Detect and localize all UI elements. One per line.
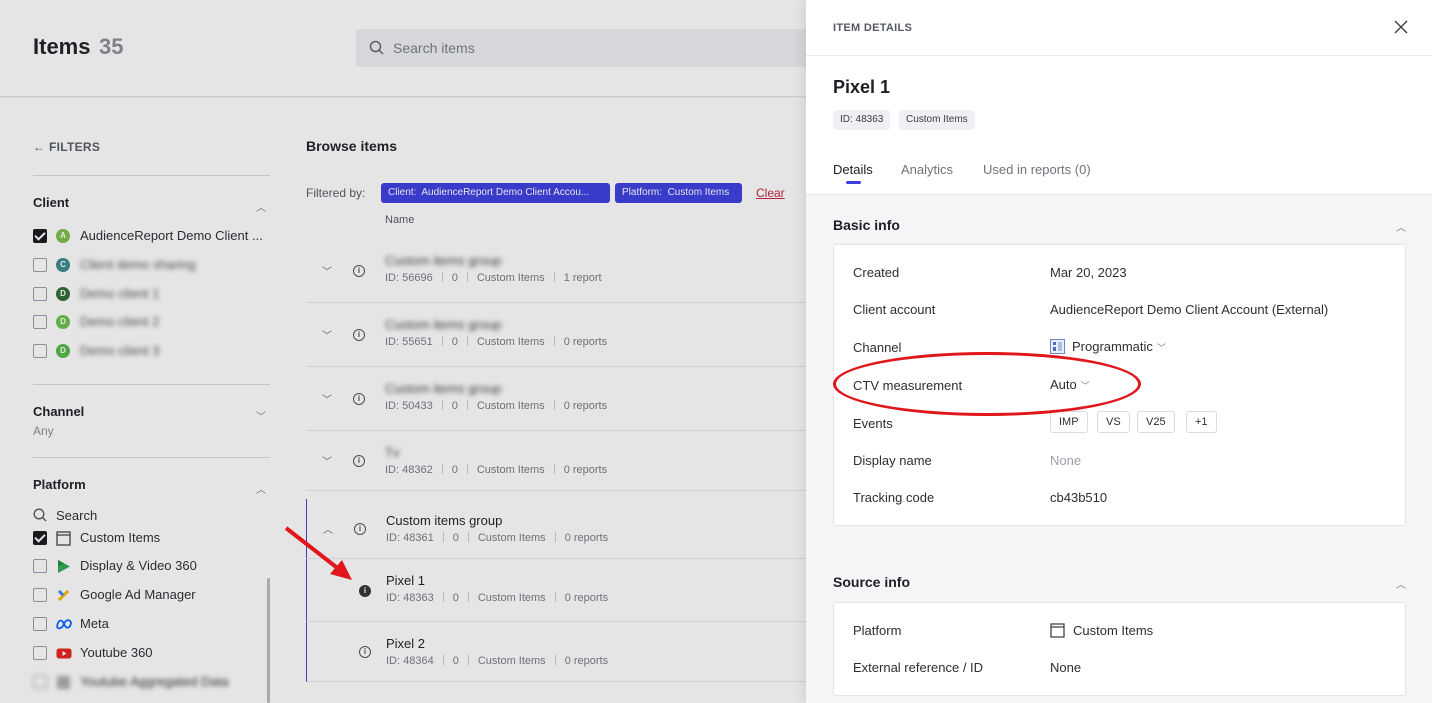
panel-header: ITEM DETAILS bbox=[806, 0, 1432, 56]
custom-items-icon bbox=[1050, 623, 1065, 641]
ctv-measurement-dropdown[interactable]: Auto ﹀ bbox=[1050, 377, 1090, 392]
channel-dropdown[interactable]: Programmatic ﹀ bbox=[1050, 339, 1166, 357]
events-label: Events bbox=[853, 416, 893, 431]
platform-label: Platform bbox=[853, 623, 902, 638]
event-tag[interactable]: V25 bbox=[1137, 411, 1175, 433]
programmatic-icon bbox=[1050, 339, 1065, 357]
external-ref-label: External reference / ID bbox=[853, 660, 984, 675]
item-id-tag: ID: 48363 bbox=[833, 110, 891, 130]
chevron-down-icon: ﹀ bbox=[1080, 381, 1090, 391]
event-tag[interactable]: IMP bbox=[1050, 411, 1088, 433]
display-name-label: Display name bbox=[853, 453, 932, 468]
modal-overlay[interactable] bbox=[0, 0, 806, 703]
created-value: Mar 20, 2023 bbox=[1050, 265, 1127, 280]
basic-info-card: Created Mar 20, 2023 Client account Audi… bbox=[833, 244, 1406, 526]
created-label: Created bbox=[853, 265, 900, 280]
client-account-value: AudienceReport Demo Client Account (Exte… bbox=[1050, 302, 1329, 317]
panel-title: ITEM DETAILS bbox=[833, 22, 913, 34]
ctv-measurement-label: CTV measurement bbox=[853, 378, 963, 393]
chevron-up-icon[interactable]: ︿ bbox=[1396, 219, 1406, 234]
event-tag[interactable]: VS bbox=[1097, 411, 1130, 433]
chevron-down-icon: ﹀ bbox=[1156, 343, 1166, 353]
source-info-card: Platform Custom Items External reference… bbox=[833, 602, 1406, 696]
item-name: Pixel 1 bbox=[833, 77, 891, 97]
panel-body: Basic info ︿ Created Mar 20, 2023 Client… bbox=[806, 195, 1432, 703]
platform-value: Custom Items bbox=[1050, 623, 1153, 641]
item-details-panel: ITEM DETAILS Pixel 1 ID: 48363 Custom It… bbox=[806, 0, 1432, 703]
tracking-code-value: cb43b510 bbox=[1050, 490, 1108, 505]
active-tab-indicator bbox=[846, 181, 861, 184]
tab-details[interactable]: Details bbox=[833, 162, 873, 177]
client-account-label: Client account bbox=[853, 302, 936, 317]
item-type-tag: Custom Items bbox=[899, 110, 975, 130]
close-icon[interactable] bbox=[1390, 16, 1412, 38]
channel-label: Channel bbox=[853, 340, 902, 355]
chevron-up-icon[interactable]: ︿ bbox=[1396, 576, 1406, 591]
event-tag-more[interactable]: +1 bbox=[1186, 411, 1217, 433]
source-info-title[interactable]: Source info bbox=[833, 574, 910, 590]
display-name-value[interactable]: None bbox=[1050, 453, 1081, 468]
tracking-code-label: Tracking code bbox=[853, 490, 935, 505]
external-ref-value: None bbox=[1050, 660, 1082, 675]
basic-info-title[interactable]: Basic info bbox=[833, 217, 900, 233]
tab-used-in-reports[interactable]: Used in reports (0) bbox=[983, 162, 1091, 177]
tab-analytics[interactable]: Analytics bbox=[901, 162, 953, 177]
